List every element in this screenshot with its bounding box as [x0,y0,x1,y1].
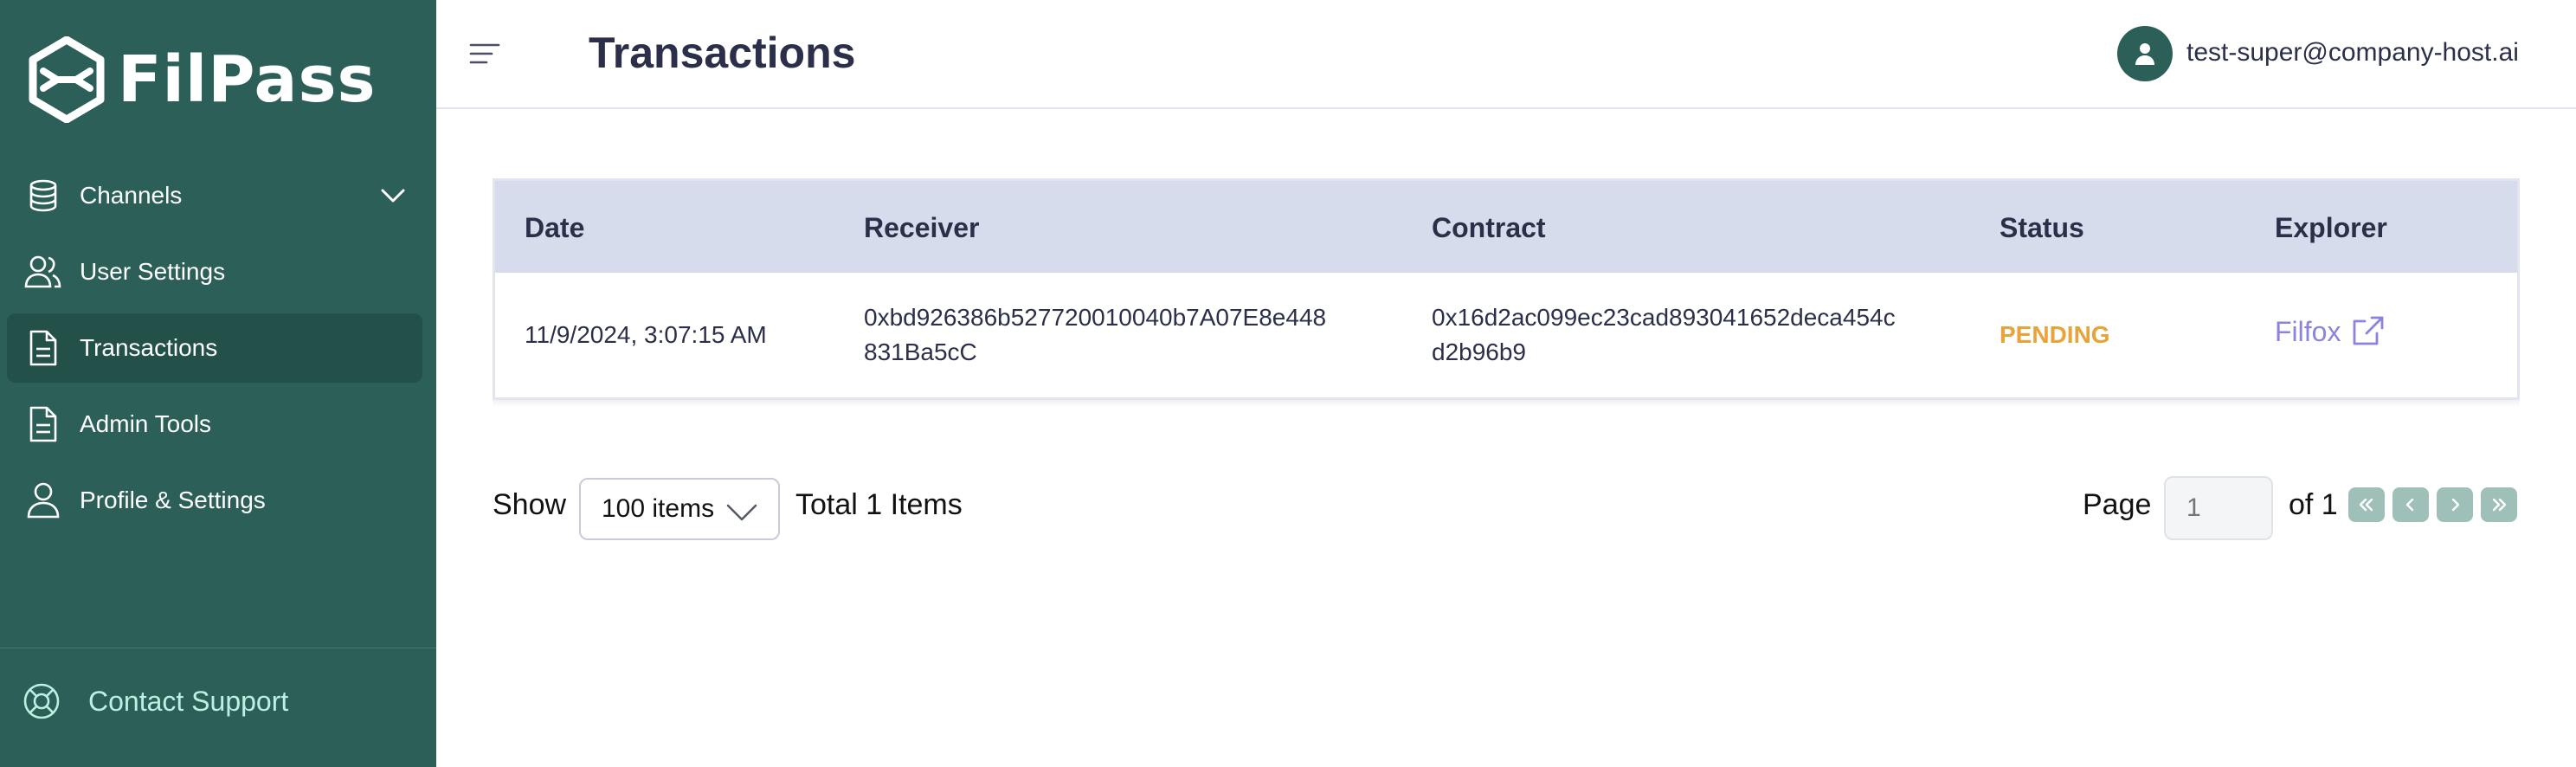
chevron-right-icon [2451,498,2460,512]
app-name: FilPass [118,42,377,117]
contact-support-link[interactable]: Contact Support [21,680,288,722]
prev-page-button[interactable] [2392,487,2429,522]
sidebar-item-label: Profile & Settings [80,487,266,513]
next-page-button[interactable] [2437,487,2473,522]
page-number-input[interactable] [2164,476,2273,540]
sidebar-item-label: User Settings [80,258,226,285]
top-header: Transactions test-super@company-host.ai [436,0,2576,109]
contract-address-line: 0x16d2ac099ec23cad893041652deca454c [1432,304,1896,331]
chevron-down-icon[interactable] [377,180,409,217]
sidebar-item-user-settings[interactable]: User Settings [7,237,422,306]
show-label: Show [493,488,567,521]
table-header: Date Receiver Contract Status Explorer [495,181,2517,273]
users-icon [24,253,62,291]
explorer-link-label: Filfox [2275,316,2341,347]
sidebar-item-admin-tools[interactable]: Admin Tools [7,390,422,459]
first-page-button[interactable] [2348,487,2385,522]
menu-toggle-icon[interactable] [467,36,502,71]
receiver-address-line: 831Ba5cC [864,338,977,365]
sidebar: FilPass Channels User Settings Transacti… [0,0,436,767]
double-chevron-left-icon [2359,498,2373,512]
receiver-address-line: 0xbd926386b527720010040b7A07E8e448 [864,304,1327,331]
user-avatar-icon [2135,43,2154,65]
sidebar-item-profile-settings[interactable]: Profile & Settings [7,466,422,535]
transactions-table: Date Receiver Contract Status Explorer 1… [493,178,2520,400]
user-email[interactable]: test-super@company-host.ai [2186,38,2519,68]
sidebar-item-label: Transactions [80,334,218,361]
contact-support-label: Contact Support [88,685,289,717]
last-page-button[interactable] [2481,487,2517,522]
cell-contract: 0x16d2ac099ec23cad893041652deca454c d2b9… [1432,300,1896,370]
sidebar-item-channels[interactable]: Channels [7,161,422,230]
sidebar-item-transactions[interactable]: Transactions [7,313,422,383]
document-icon [24,329,62,367]
table-bottom-shadow [493,400,2520,407]
sidebar-item-label: Admin Tools [80,410,212,437]
contract-address-line: d2b96b9 [1432,338,1527,365]
page-size-select[interactable]: 100 items [579,478,780,540]
chevron-down-icon [726,504,757,521]
sidebar-item-label: Channels [80,182,183,209]
page-label: Page [2083,488,2152,521]
sidebar-nav: Channels User Settings Transactions Admi… [7,161,422,542]
page-count-label: of 1 [2289,488,2338,521]
app-logo[interactable]: FilPass [28,36,377,123]
column-header-receiver: Receiver [864,212,980,243]
page-size-value: 100 items [602,494,715,523]
column-header-date: Date [525,212,585,243]
user-icon [24,481,62,519]
column-header-explorer: Explorer [2275,212,2387,243]
database-icon [24,177,62,215]
document-icon [24,405,62,443]
cell-receiver: 0xbd926386b527720010040b7A07E8e448 831Ba… [864,300,1326,370]
column-header-contract: Contract [1432,212,1546,243]
total-items-label: Total 1 Items [795,488,963,521]
cell-date: 11/9/2024, 3:07:15 AM [525,321,767,348]
chevron-left-icon [2405,498,2414,512]
filpass-logo-icon [29,36,105,123]
lifebuoy-icon [21,680,62,722]
avatar[interactable] [2117,26,2173,81]
status-badge: PENDING [2000,321,2110,348]
explorer-link[interactable]: Filfox [2275,314,2386,349]
double-chevron-right-icon [2492,498,2507,512]
column-header-status: Status [2000,212,2084,243]
external-link-icon [2354,316,2384,345]
page-title: Transactions [589,29,856,77]
